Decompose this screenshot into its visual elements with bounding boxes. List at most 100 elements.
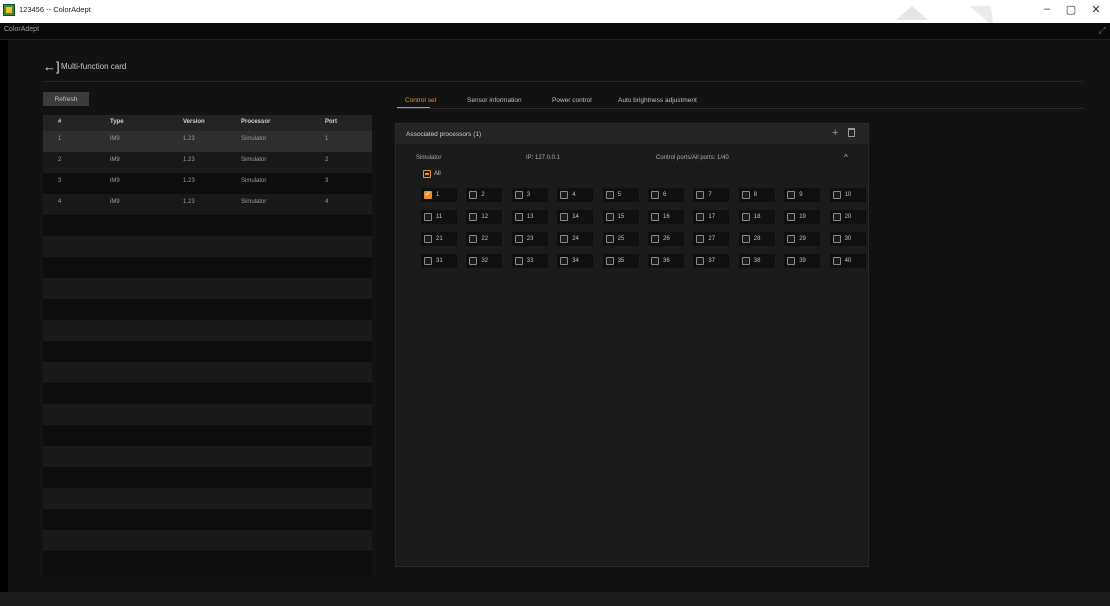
port-checkbox[interactable] [560, 191, 569, 199]
port-checkbox[interactable] [832, 191, 841, 199]
port-checkbox[interactable] [605, 235, 614, 243]
column-header[interactable]: Version [183, 119, 205, 125]
tab-0[interactable]: Control set [405, 97, 436, 104]
port-item[interactable]: 19 [784, 210, 821, 224]
expand-icon[interactable]: ⤢ [1099, 25, 1106, 36]
port-item[interactable]: 35 [602, 254, 639, 268]
port-item[interactable]: 24 [557, 232, 594, 246]
port-item[interactable]: 9 [784, 188, 821, 202]
table-row[interactable]: 2 iM9 1.23 Simulator 2 [43, 152, 372, 173]
port-checkbox[interactable] [469, 235, 478, 243]
port-checkbox[interactable] [560, 235, 569, 243]
port-checkbox[interactable] [651, 235, 659, 243]
port-checkbox[interactable] [787, 235, 796, 243]
port-checkbox[interactable] [741, 257, 750, 265]
port-item[interactable]: 6 [648, 188, 684, 202]
port-item[interactable]: 8 [738, 188, 775, 202]
maximize-button[interactable]: ▢ [1060, 3, 1082, 16]
delete-icon[interactable] [848, 128, 855, 137]
port-item[interactable]: 22 [466, 232, 503, 246]
port-item[interactable]: 4 [557, 188, 594, 202]
port-checkbox[interactable] [787, 257, 796, 265]
port-checkbox[interactable] [469, 191, 478, 199]
port-checkbox[interactable] [605, 257, 614, 265]
port-item[interactable]: 26 [648, 232, 684, 246]
port-item[interactable]: 3 [511, 188, 548, 202]
port-checkbox[interactable] [832, 213, 841, 221]
port-checkbox[interactable] [424, 257, 432, 265]
tab-3[interactable]: Auto brightness adjustment [618, 97, 697, 104]
table-row[interactable]: 3 iM9 1.23 Simulator 3 [43, 173, 372, 194]
tab-2[interactable]: Power control [552, 97, 592, 104]
port-checkbox[interactable] [741, 213, 750, 221]
port-item[interactable]: 32 [466, 254, 503, 268]
port-item[interactable]: 14 [557, 210, 594, 224]
port-item[interactable]: 39 [784, 254, 821, 268]
port-checkbox[interactable] [741, 191, 750, 199]
port-checkbox[interactable] [424, 213, 432, 221]
port-item[interactable]: 1 [421, 188, 457, 202]
port-item[interactable]: 29 [784, 232, 821, 246]
port-checkbox[interactable] [424, 235, 432, 243]
select-all-checkbox[interactable] [423, 170, 431, 178]
port-item[interactable]: 30 [829, 232, 866, 246]
port-item[interactable]: 36 [648, 254, 684, 268]
port-item[interactable]: 27 [693, 232, 730, 246]
port-checkbox[interactable] [469, 257, 478, 265]
port-item[interactable]: 16 [648, 210, 684, 224]
column-header[interactable]: Type [110, 119, 124, 125]
port-checkbox[interactable] [832, 235, 841, 243]
refresh-button[interactable]: Refresh [43, 92, 89, 106]
port-item[interactable]: 13 [511, 210, 548, 224]
port-checkbox[interactable] [514, 235, 523, 243]
port-checkbox[interactable] [424, 190, 432, 199]
column-header[interactable]: Port [325, 119, 337, 125]
port-checkbox[interactable] [605, 191, 614, 199]
tab-1[interactable]: Sensor information [467, 97, 522, 104]
port-checkbox[interactable] [741, 235, 750, 243]
port-checkbox[interactable] [787, 213, 796, 221]
table-row[interactable]: 4 iM9 1.23 Simulator 4 [43, 194, 372, 215]
port-item[interactable]: 23 [511, 232, 548, 246]
port-checkbox[interactable] [696, 191, 705, 199]
add-icon[interactable]: + [832, 127, 838, 139]
port-item[interactable]: 33 [511, 254, 548, 268]
port-checkbox[interactable] [696, 257, 705, 265]
collapse-icon[interactable]: ^ [844, 153, 848, 162]
port-checkbox[interactable] [605, 213, 614, 221]
port-checkbox[interactable] [651, 213, 659, 221]
port-item[interactable]: 10 [829, 188, 866, 202]
minimize-button[interactable]: – [1036, 3, 1058, 15]
port-checkbox[interactable] [696, 235, 705, 243]
port-item[interactable]: 5 [602, 188, 639, 202]
port-item[interactable]: 11 [421, 210, 457, 224]
port-item[interactable]: 20 [829, 210, 866, 224]
port-item[interactable]: 40 [829, 254, 866, 268]
port-item[interactable]: 37 [693, 254, 730, 268]
port-checkbox[interactable] [560, 257, 569, 265]
port-item[interactable]: 38 [738, 254, 775, 268]
close-button[interactable]: ✕ [1085, 3, 1107, 16]
port-checkbox[interactable] [469, 213, 478, 221]
port-checkbox[interactable] [514, 213, 523, 221]
port-item[interactable]: 12 [466, 210, 503, 224]
port-item[interactable]: 21 [421, 232, 457, 246]
back-icon[interactable]: ←] [43, 59, 60, 74]
port-item[interactable]: 34 [557, 254, 594, 268]
port-checkbox[interactable] [651, 257, 659, 265]
port-checkbox[interactable] [787, 191, 796, 199]
port-item[interactable]: 15 [602, 210, 639, 224]
port-checkbox[interactable] [514, 191, 523, 199]
port-item[interactable]: 7 [693, 188, 730, 202]
port-item[interactable]: 28 [738, 232, 775, 246]
port-checkbox[interactable] [651, 191, 659, 199]
column-header[interactable]: Processor [241, 119, 270, 125]
column-header[interactable]: # [58, 119, 61, 125]
port-item[interactable]: 2 [466, 188, 503, 202]
port-checkbox[interactable] [832, 257, 841, 265]
port-checkbox[interactable] [560, 213, 569, 221]
port-item[interactable]: 17 [693, 210, 730, 224]
port-item[interactable]: 31 [421, 254, 457, 268]
port-checkbox[interactable] [514, 257, 523, 265]
port-item[interactable]: 18 [738, 210, 775, 224]
